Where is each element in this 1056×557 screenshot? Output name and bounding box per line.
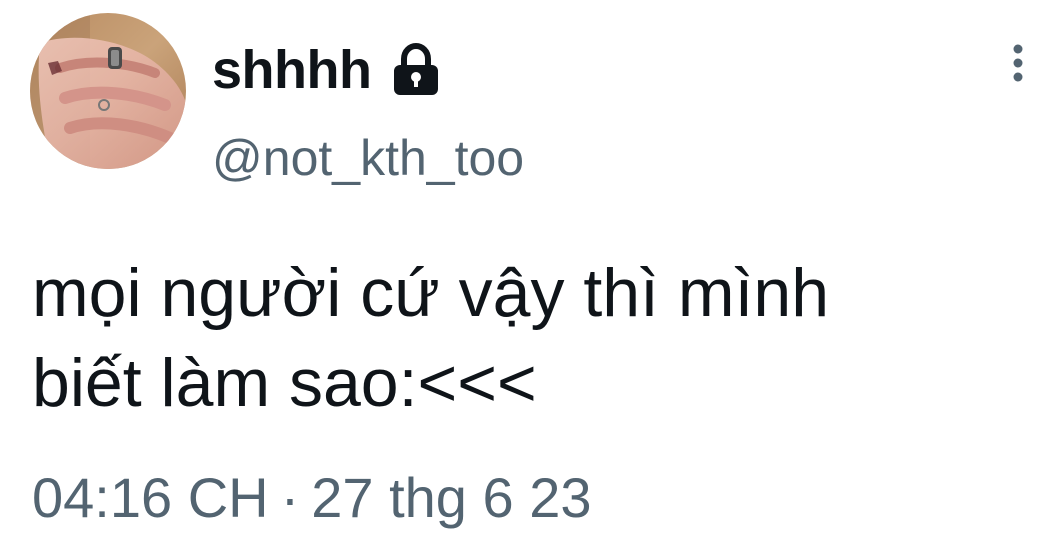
lock-icon [387,41,445,99]
avatar[interactable] [30,13,186,169]
author-name-row[interactable]: shhhh [212,38,445,102]
tweet-card: shhhh @not_kth_too mọi người cứ vậy thì … [0,0,1056,557]
tweet-text: mọi người cứ vậy thì mình biết làm sao:<… [32,255,830,421]
tweet-date[interactable]: 27 thg 6 23 [311,466,591,529]
tweet-timestamp[interactable]: 04:16 CH · 27 thg 6 23 [32,470,591,526]
avatar-image [30,13,186,169]
display-name[interactable]: shhhh [212,43,372,97]
meta-separator: · [280,466,300,529]
author-handle[interactable]: @not_kth_too [212,133,524,183]
more-vertical-icon [1013,44,1023,82]
tweet-time[interactable]: 04:16 CH [32,466,269,529]
more-options-button[interactable] [1000,40,1036,86]
